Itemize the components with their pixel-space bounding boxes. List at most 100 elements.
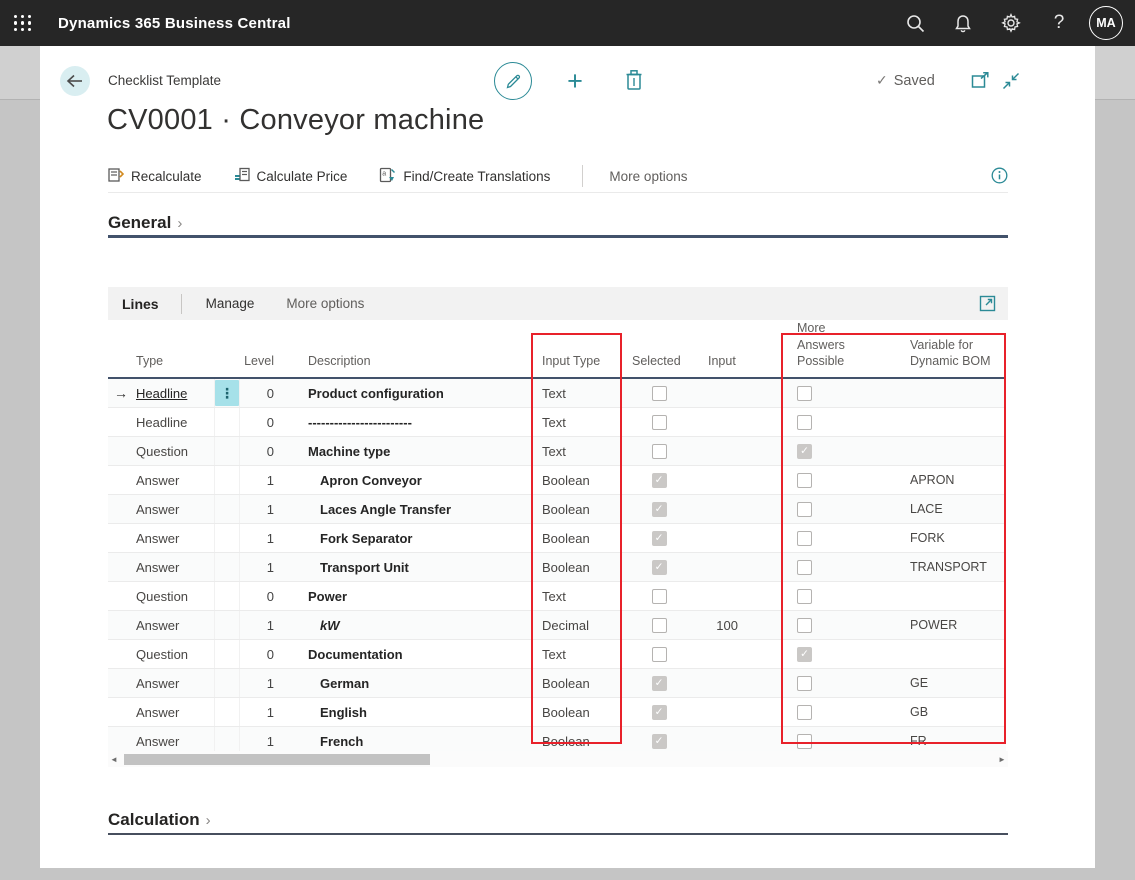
cell-input-type[interactable]: Boolean [532,553,624,581]
cell-variable[interactable] [882,640,1006,668]
cell-level[interactable]: 0 [240,437,280,465]
table-row[interactable]: → Answer ⋮ 1 Laces Angle Transfer Boolea… [108,495,1006,524]
focus-mode-icon[interactable] [979,295,996,317]
more-answers-checkbox[interactable] [797,705,812,720]
more-answers-checkbox[interactable] [797,415,812,430]
cell-variable[interactable]: FORK [882,524,1006,552]
cell-input[interactable]: 100 [694,611,752,639]
header-variable[interactable]: Variable for Dynamic BOM [882,337,1006,378]
table-row[interactable]: → Headline ⋮ 0 Product configuration Tex… [108,379,1006,408]
cell-type[interactable]: Answer [134,466,214,494]
cell-level[interactable]: 1 [240,495,280,523]
header-description[interactable]: Description [280,353,532,377]
header-more-answers[interactable]: More Answers Possible [797,320,882,377]
cell-type[interactable]: Answer [134,669,214,697]
cell-level[interactable]: 1 [240,466,280,494]
cell-variable[interactable] [882,582,1006,610]
cell-description[interactable]: ------------------------ [280,408,532,436]
help-icon[interactable]: ? [1035,0,1083,46]
section-calculation[interactable]: Calculation› [108,810,211,830]
header-input[interactable]: Input [694,353,752,377]
back-button[interactable] [60,66,90,96]
cell-description[interactable]: Laces Angle Transfer [280,495,532,523]
cell-variable[interactable] [882,379,1006,407]
cell-level[interactable]: 1 [240,524,280,552]
cell-type[interactable]: Answer [134,611,214,639]
cell-variable[interactable] [882,437,1006,465]
cell-variable[interactable] [882,408,1006,436]
table-row[interactable]: → Headline ⋮ 0 ------------------------ … [108,408,1006,437]
cell-input[interactable] [694,466,752,494]
cell-type[interactable]: Answer [134,495,214,523]
cell-description[interactable]: Machine type [280,437,532,465]
delete-trash-button[interactable] [625,69,643,96]
cell-description[interactable]: Documentation [280,640,532,668]
cell-level[interactable]: 1 [240,611,280,639]
cell-input-type[interactable]: Boolean [532,669,624,697]
row-ellipsis-menu-icon[interactable]: ⋮ [215,380,239,406]
cell-description[interactable]: English [280,698,532,726]
find-create-translations-button[interactable]: a Find/Create Translations [379,167,550,186]
app-launcher-icon[interactable] [0,0,46,46]
open-in-new-window-icon[interactable] [971,72,990,94]
more-answers-checkbox[interactable] [797,676,812,691]
header-selected[interactable]: Selected [624,353,694,377]
selected-checkbox[interactable] [652,473,667,488]
cell-level[interactable]: 0 [240,408,280,436]
selected-checkbox[interactable] [652,502,667,517]
cell-type[interactable]: Question [134,582,214,610]
info-icon[interactable] [991,167,1008,189]
selected-checkbox[interactable] [652,676,667,691]
collapse-view-icon[interactable] [1002,72,1020,95]
cell-description[interactable]: kW [280,611,532,639]
more-answers-checkbox[interactable] [797,386,812,401]
cell-description[interactable]: Power [280,582,532,610]
cell-level[interactable]: 1 [240,669,280,697]
header-level[interactable]: Level [240,353,280,377]
cell-input[interactable] [694,495,752,523]
cell-type[interactable]: Question [134,437,214,465]
cell-input[interactable] [694,437,752,465]
calculate-price-button[interactable]: Calculate Price [234,167,348,186]
cell-type[interactable]: Headline [134,379,214,407]
cell-level[interactable]: 1 [240,698,280,726]
cell-variable[interactable]: GE [882,669,1006,697]
cell-variable[interactable]: APRON [882,466,1006,494]
cell-description[interactable]: Fork Separator [280,524,532,552]
table-row[interactable]: → Answer ⋮ 1 Fork Separator Boolean FORK [108,524,1006,553]
cell-level[interactable]: 0 [240,379,280,407]
cell-input-type[interactable]: Text [532,640,624,668]
cell-type[interactable]: Answer [134,524,214,552]
cell-level[interactable]: 1 [240,553,280,581]
table-row[interactable]: → Question ⋮ 0 Machine type Text [108,437,1006,466]
table-row[interactable]: → Answer ⋮ 1 German Boolean GE [108,669,1006,698]
selected-checkbox[interactable] [652,531,667,546]
cell-type[interactable]: Headline [134,408,214,436]
more-answers-checkbox[interactable] [797,473,812,488]
more-answers-checkbox[interactable] [797,560,812,575]
selected-checkbox[interactable] [652,444,667,459]
cell-input[interactable] [694,669,752,697]
more-answers-checkbox[interactable] [797,647,812,662]
more-options-button[interactable]: More options [609,169,687,184]
cell-input[interactable] [694,553,752,581]
cell-type[interactable]: Answer [134,698,214,726]
cell-input[interactable] [694,408,752,436]
selected-checkbox[interactable] [652,734,667,749]
cell-type[interactable]: Answer [134,553,214,581]
more-answers-checkbox[interactable] [797,502,812,517]
table-row[interactable]: → Answer ⋮ 1 English Boolean GB [108,698,1006,727]
selected-checkbox[interactable] [652,589,667,604]
cell-description[interactable]: German [280,669,532,697]
cell-input[interactable] [694,524,752,552]
settings-gear-icon[interactable] [987,0,1035,46]
cell-variable[interactable]: LACE [882,495,1006,523]
cell-input[interactable] [694,582,752,610]
header-input-type[interactable]: Input Type [532,353,624,377]
more-answers-checkbox[interactable] [797,589,812,604]
section-general[interactable]: General› [108,213,182,233]
cell-description[interactable]: Transport Unit [280,553,532,581]
selected-checkbox[interactable] [652,647,667,662]
notifications-bell-icon[interactable] [939,0,987,46]
more-answers-checkbox[interactable] [797,618,812,633]
